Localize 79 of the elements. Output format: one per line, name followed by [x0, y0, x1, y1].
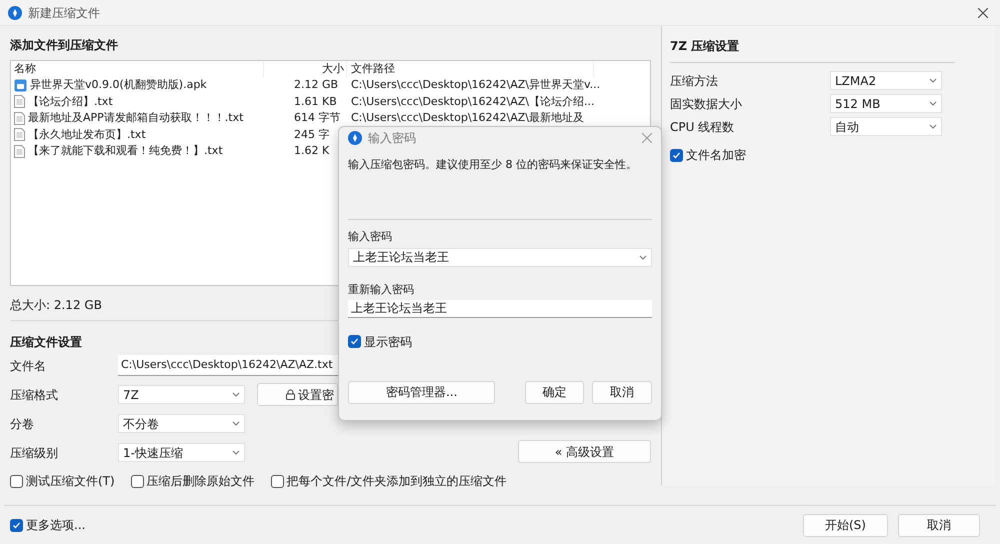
- caret-icon: [929, 78, 937, 83]
- show-password-checkbox[interactable]: 显示密码: [348, 332, 652, 350]
- start-button[interactable]: 开始(S): [803, 514, 888, 536]
- file-size: 1.62 K: [294, 143, 330, 159]
- checkbox[interactable]: [348, 335, 361, 348]
- ok-button[interactable]: 确定: [525, 380, 584, 404]
- cancel-button[interactable]: 取消: [592, 380, 652, 404]
- advanced-settings-button[interactable]: « 高级设置: [518, 440, 651, 463]
- password-manager-button[interactable]: 密码管理器...: [348, 380, 496, 404]
- checkbox[interactable]: [130, 474, 144, 488]
- document-icon: [14, 144, 25, 158]
- section-heading: 压缩文件设置: [10, 334, 82, 351]
- file-name: 最新地址及APP请发邮箱自动获取！！！.txt: [28, 110, 244, 126]
- caret-icon: [929, 101, 937, 106]
- column-header[interactable]: 文件路径: [347, 60, 594, 78]
- file-name: 【永久地址发布页】.txt: [28, 126, 146, 142]
- cancel-button[interactable]: 取消: [898, 514, 980, 536]
- section-heading: 7Z 压缩设置: [670, 38, 740, 55]
- document-icon: [14, 128, 25, 142]
- check-icon: [350, 337, 359, 346]
- caret-icon: [929, 124, 937, 129]
- app-logo-icon: [8, 6, 22, 20]
- window-title: 新建压缩文件: [28, 4, 100, 22]
- checkbox[interactable]: [10, 518, 23, 532]
- caret-icon: [232, 392, 240, 397]
- dropdown[interactable]: 512 MB: [830, 94, 942, 113]
- option-checkbox[interactable]: 测试压缩文件(T): [10, 472, 115, 490]
- field-label: 输入密码: [348, 228, 393, 244]
- total-size: 总大小: 2.12 GB: [10, 297, 102, 312]
- app-file-icon: [14, 78, 27, 92]
- field-label: 压缩级别: [10, 444, 59, 462]
- checkbox[interactable]: [10, 474, 23, 488]
- file-size: 1.61 KB: [294, 94, 337, 110]
- field-label: 压缩格式: [10, 386, 59, 404]
- dialog-title: 输入密码: [368, 130, 416, 147]
- check-icon: [672, 150, 681, 160]
- file-size: 614 字节: [294, 110, 340, 126]
- caret-icon: [639, 254, 647, 260]
- dialog-description: 输入压缩包密码。建议使用至少 8 位的密码来保证安全性。: [348, 157, 638, 173]
- field-label: CPU 线程数: [670, 118, 736, 136]
- caret-icon: [232, 421, 240, 426]
- checkbox[interactable]: [270, 474, 284, 488]
- document-icon: [14, 95, 25, 108]
- section-heading: 添加文件到压缩文件: [10, 37, 118, 54]
- filename-field[interactable]: C:\Users\ccc\Desktop\16242\AZ\AZ.txt: [118, 355, 338, 376]
- file-path: C:\Users\ccc\Desktop\16242\AZ\最新地址及: [351, 110, 584, 126]
- lock-icon: [286, 389, 295, 400]
- file-size: 245 字: [294, 126, 330, 142]
- file-name: 【论坛介绍】.txt: [28, 94, 113, 110]
- set-password-button[interactable]: 设置密: [257, 383, 338, 406]
- dropdown[interactable]: LZMA2: [830, 71, 942, 90]
- column-header[interactable]: 名称: [11, 60, 264, 78]
- field-label: 文件名: [10, 358, 47, 374]
- password-field[interactable]: 上老王论坛当老王: [348, 300, 652, 318]
- dropdown[interactable]: 1-快速压缩: [118, 443, 245, 462]
- password-dropdown[interactable]: 上老王论坛当老王: [348, 248, 652, 266]
- file-name: 【来了就能下载和观看！纯免费！】.txt: [28, 143, 223, 159]
- field-label: 固实数据大小: [670, 96, 743, 112]
- dropdown[interactable]: 不分卷: [118, 414, 245, 433]
- more-options-checkbox[interactable]: 更多选项...: [10, 516, 86, 534]
- checkbox[interactable]: [670, 148, 683, 162]
- close-icon[interactable]: [978, 8, 988, 18]
- app-logo-icon: [348, 131, 362, 145]
- check-icon: [12, 520, 21, 530]
- file-path: C:\Users\ccc\Desktop\16242\AZ\【论坛介绍...: [351, 94, 594, 110]
- option-checkbox[interactable]: 把每个文件/文件夹添加到独立的压缩文件: [270, 472, 507, 490]
- field-label: 分卷: [10, 416, 35, 432]
- file-size: 2.12 GB: [294, 77, 338, 93]
- field-label: 压缩方法: [670, 72, 719, 90]
- dropdown[interactable]: 7Z: [118, 385, 245, 404]
- option-checkbox[interactable]: 压缩后删除原始文件: [130, 472, 255, 490]
- caret-icon: [232, 450, 240, 455]
- file-path: C:\Users\ccc\Desktop\16242\AZ\异世界天堂v...: [351, 77, 600, 93]
- document-icon: [14, 112, 25, 125]
- field-label: 重新输入密码: [348, 282, 415, 298]
- dropdown[interactable]: 自动: [830, 117, 942, 136]
- filename-encrypt-checkbox[interactable]: 文件名加密: [670, 146, 987, 164]
- column-header[interactable]: 大小: [264, 60, 347, 78]
- file-name: 异世界天堂v0.9.0(机翻赞助版).apk: [30, 77, 207, 93]
